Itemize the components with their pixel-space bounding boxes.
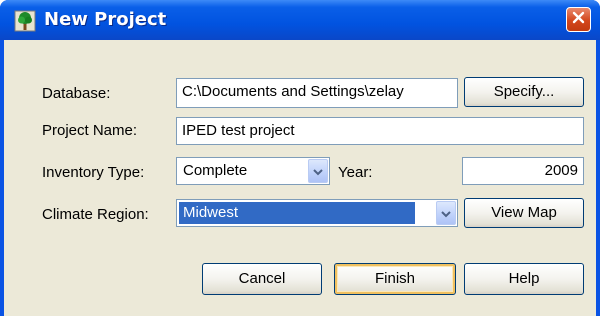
view-map-button-label: View Map — [491, 204, 557, 221]
finish-button[interactable]: Finish — [334, 263, 456, 295]
cancel-button-label: Cancel — [238, 270, 286, 287]
cancel-button[interactable]: Cancel — [202, 263, 322, 295]
climate-region-select[interactable]: Midwest — [176, 199, 458, 227]
specify-button[interactable]: Specify... — [464, 77, 584, 107]
database-path-field[interactable]: C:\Documents and Settings\zelay — [176, 78, 458, 108]
year-label: Year: — [338, 164, 373, 181]
inventory-type-select[interactable]: Complete — [176, 157, 330, 185]
inventory-type-label: Inventory Type: — [42, 164, 145, 181]
help-button-label: Help — [508, 270, 540, 287]
climate-region-value: Midwest — [179, 202, 415, 224]
climate-region-dropdown-button[interactable] — [436, 201, 456, 225]
tree-app-icon — [14, 10, 36, 32]
project-name-field[interactable]: IPED test project — [176, 117, 584, 145]
help-button[interactable]: Help — [464, 263, 584, 295]
specify-button-label: Specify... — [493, 83, 555, 100]
database-label: Database: — [42, 85, 111, 102]
dialog-body: Database: C:\Documents and Settings\zela… — [4, 40, 596, 316]
climate-region-label: Climate Region: — [42, 206, 149, 223]
project-name-label: Project Name: — [42, 122, 138, 139]
chevron-down-icon — [441, 205, 451, 222]
finish-button-label: Finish — [374, 270, 415, 287]
new-project-dialog: New Project Database: C:\Documents and S… — [0, 0, 600, 316]
close-button[interactable] — [566, 7, 591, 32]
window-title: New Project — [44, 9, 167, 30]
inventory-type-value: Complete — [183, 162, 248, 179]
close-icon — [572, 11, 585, 28]
year-field[interactable]: 2009 — [462, 157, 584, 185]
view-map-button[interactable]: View Map — [464, 198, 584, 228]
inventory-type-dropdown-button[interactable] — [308, 159, 328, 183]
title-bar[interactable]: New Project — [0, 0, 600, 40]
chevron-down-icon — [313, 163, 323, 180]
